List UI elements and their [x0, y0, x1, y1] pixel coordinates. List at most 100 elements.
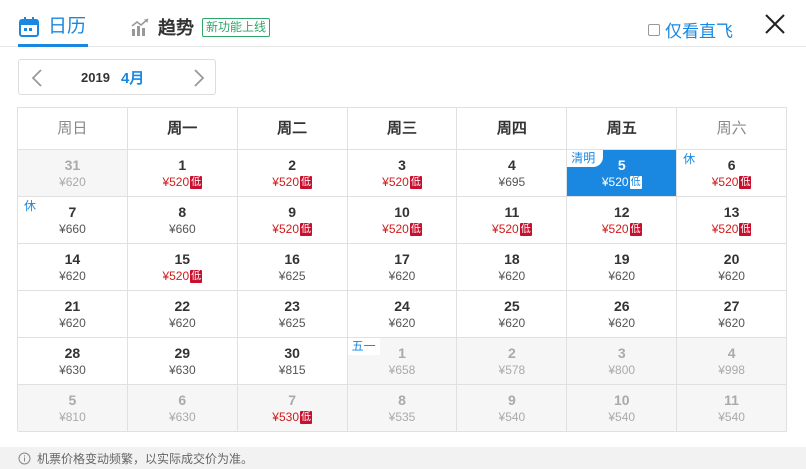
- fare-price: ¥620: [389, 269, 416, 283]
- calendar-day-cell-selected[interactable]: 清明 5 ¥520 低: [567, 150, 678, 197]
- tab-calendar-label: 日历: [48, 16, 87, 37]
- calendar-day-cell[interactable]: 11 ¥540: [677, 385, 788, 432]
- day-number: 8: [178, 204, 187, 220]
- fare-price-value: ¥620: [168, 316, 196, 330]
- fare-price-value: ¥520: [711, 222, 739, 236]
- day-number: 2: [507, 345, 516, 361]
- day-number: 27: [723, 298, 740, 314]
- tab-calendar[interactable]: 日历: [18, 10, 89, 47]
- calendar-day-cell[interactable]: 23 ¥625: [237, 291, 348, 338]
- low-price-badge: 低: [300, 175, 312, 189]
- calendar-day-cell[interactable]: 16 ¥625: [237, 244, 348, 291]
- calendar-day-cell[interactable]: 6 ¥630: [127, 385, 238, 432]
- day-number: 13: [723, 204, 740, 220]
- calendar-day-cell[interactable]: 22 ¥620: [127, 291, 238, 338]
- fare-price-value: ¥620: [718, 316, 745, 330]
- weekday-header: 周二: [237, 108, 348, 150]
- calendar-day-cell[interactable]: 10 ¥540: [567, 385, 678, 432]
- fare-price: ¥810: [59, 410, 86, 424]
- calendar-day-cell[interactable]: 15 ¥520 低: [127, 244, 238, 291]
- month-selector: 2019 4月: [18, 59, 216, 95]
- direct-flight-filter[interactable]: 仅看直飞: [648, 17, 733, 42]
- calendar-day-cell[interactable]: 29 ¥630: [127, 338, 238, 385]
- calendar-day-cell[interactable]: 17 ¥620: [347, 244, 458, 291]
- day-number: 4: [507, 157, 516, 173]
- low-price-badge: 低: [190, 269, 203, 283]
- calendar-day-cell[interactable]: 12 ¥520 低: [567, 197, 678, 244]
- calendar-day-cell[interactable]: 26 ¥620: [567, 291, 678, 338]
- calendar-day-cell[interactable]: 休 6 ¥520 低: [677, 150, 788, 197]
- chevron-right-icon[interactable]: [191, 69, 207, 87]
- calendar-day-cell[interactable]: 21 ¥620: [18, 291, 128, 338]
- fare-price: ¥540: [608, 410, 635, 424]
- calendar-day-cell[interactable]: 9 ¥520 低: [237, 197, 348, 244]
- calendar-day-cell[interactable]: 7 ¥530 低: [237, 385, 348, 432]
- close-icon[interactable]: [764, 13, 786, 35]
- calendar-day-cell[interactable]: 1 ¥520 低: [127, 150, 238, 197]
- calendar-day-cell[interactable]: 3 ¥520 低: [347, 150, 458, 197]
- calendar-day-cell[interactable]: 31 ¥620: [18, 150, 128, 197]
- fare-price-value: ¥520: [492, 222, 519, 236]
- day-number: 14: [64, 251, 81, 267]
- fare-price-value: ¥620: [498, 316, 526, 330]
- fare-price-value: ¥540: [718, 410, 745, 424]
- calendar-day-cell[interactable]: 13 ¥520 低: [677, 197, 788, 244]
- fare-price: ¥620: [389, 316, 416, 330]
- fare-price-value: ¥535: [388, 410, 416, 424]
- fare-price-value: ¥540: [498, 410, 526, 424]
- tab-trend[interactable]: 趋势 新功能上线: [130, 12, 271, 42]
- calendar-day-cell[interactable]: 3 ¥800: [567, 338, 678, 385]
- fare-price-value: ¥520: [162, 175, 190, 189]
- calendar-day-cell[interactable]: 五一 1 ¥658: [347, 338, 458, 385]
- calendar-day-cell[interactable]: 10 ¥520 低: [347, 197, 458, 244]
- calendar-day-cell[interactable]: 休 7 ¥660: [18, 197, 128, 244]
- fare-price-value: ¥520: [601, 222, 629, 236]
- day-number: 5: [68, 392, 77, 408]
- holiday-tag: 休: [22, 199, 39, 214]
- calendar-day-cell[interactable]: 28 ¥630: [18, 338, 128, 385]
- low-price-badge: 低: [629, 175, 642, 189]
- weekday-header: 周一: [127, 108, 238, 150]
- calendar-day-cell[interactable]: 4 ¥695: [457, 150, 568, 197]
- day-number: 3: [398, 157, 406, 173]
- calendar-day-cell[interactable]: 11 ¥520 低: [457, 197, 568, 244]
- direct-only-checkbox[interactable]: [648, 23, 660, 36]
- low-price-badge: 低: [739, 175, 752, 189]
- calendar-day-cell[interactable]: 14 ¥620: [18, 244, 128, 291]
- fare-price-value: ¥658: [388, 363, 416, 377]
- fare-price: ¥630: [169, 363, 196, 377]
- fare-price: ¥620: [608, 269, 635, 283]
- day-number: 24: [394, 298, 410, 314]
- fare-price-value: ¥695: [498, 175, 526, 189]
- fare-price: ¥540: [499, 410, 526, 424]
- calendar-day-cell[interactable]: 18 ¥620: [457, 244, 568, 291]
- chevron-left-icon[interactable]: [29, 69, 45, 87]
- calendar-day-cell[interactable]: 20 ¥620: [677, 244, 788, 291]
- day-number: 6: [178, 392, 187, 408]
- holiday-tag: 清明: [567, 150, 604, 167]
- low-price-badge: 低: [300, 410, 312, 424]
- day-number: 20: [723, 251, 740, 267]
- calendar-day-cell[interactable]: 8 ¥535: [347, 385, 458, 432]
- weekday-header: 周六: [677, 108, 788, 150]
- fare-price-value: ¥520: [382, 222, 409, 236]
- day-number: 11: [724, 392, 739, 408]
- calendar-day-cell[interactable]: 2 ¥578: [457, 338, 568, 385]
- calendar-day-cell[interactable]: 25 ¥620: [457, 291, 568, 338]
- fare-price: ¥620: [499, 269, 526, 283]
- fare-price: ¥520 低: [162, 269, 203, 283]
- calendar-day-cell[interactable]: 8 ¥660: [127, 197, 238, 244]
- calendar-day-cell[interactable]: 4 ¥998: [677, 338, 788, 385]
- fare-price: ¥540: [718, 410, 745, 424]
- calendar-day-cell[interactable]: 27 ¥620: [677, 291, 788, 338]
- new-feature-badge: 新功能上线: [202, 17, 271, 37]
- calendar-day-cell[interactable]: 9 ¥540: [457, 385, 568, 432]
- calendar-day-cell[interactable]: 24 ¥620: [347, 291, 458, 338]
- calendar-day-cell[interactable]: 2 ¥520 低: [237, 150, 348, 197]
- footer-notice: 机票价格变动频繁，以实际成交价为准。: [0, 447, 806, 469]
- calendar-day-cell[interactable]: 30 ¥815: [237, 338, 348, 385]
- fare-price: ¥620: [718, 269, 745, 283]
- calendar-day-cell[interactable]: 5 ¥810: [18, 385, 128, 432]
- calendar-day-cell[interactable]: 19 ¥620: [567, 244, 678, 291]
- weekday-label: 周四: [496, 120, 527, 137]
